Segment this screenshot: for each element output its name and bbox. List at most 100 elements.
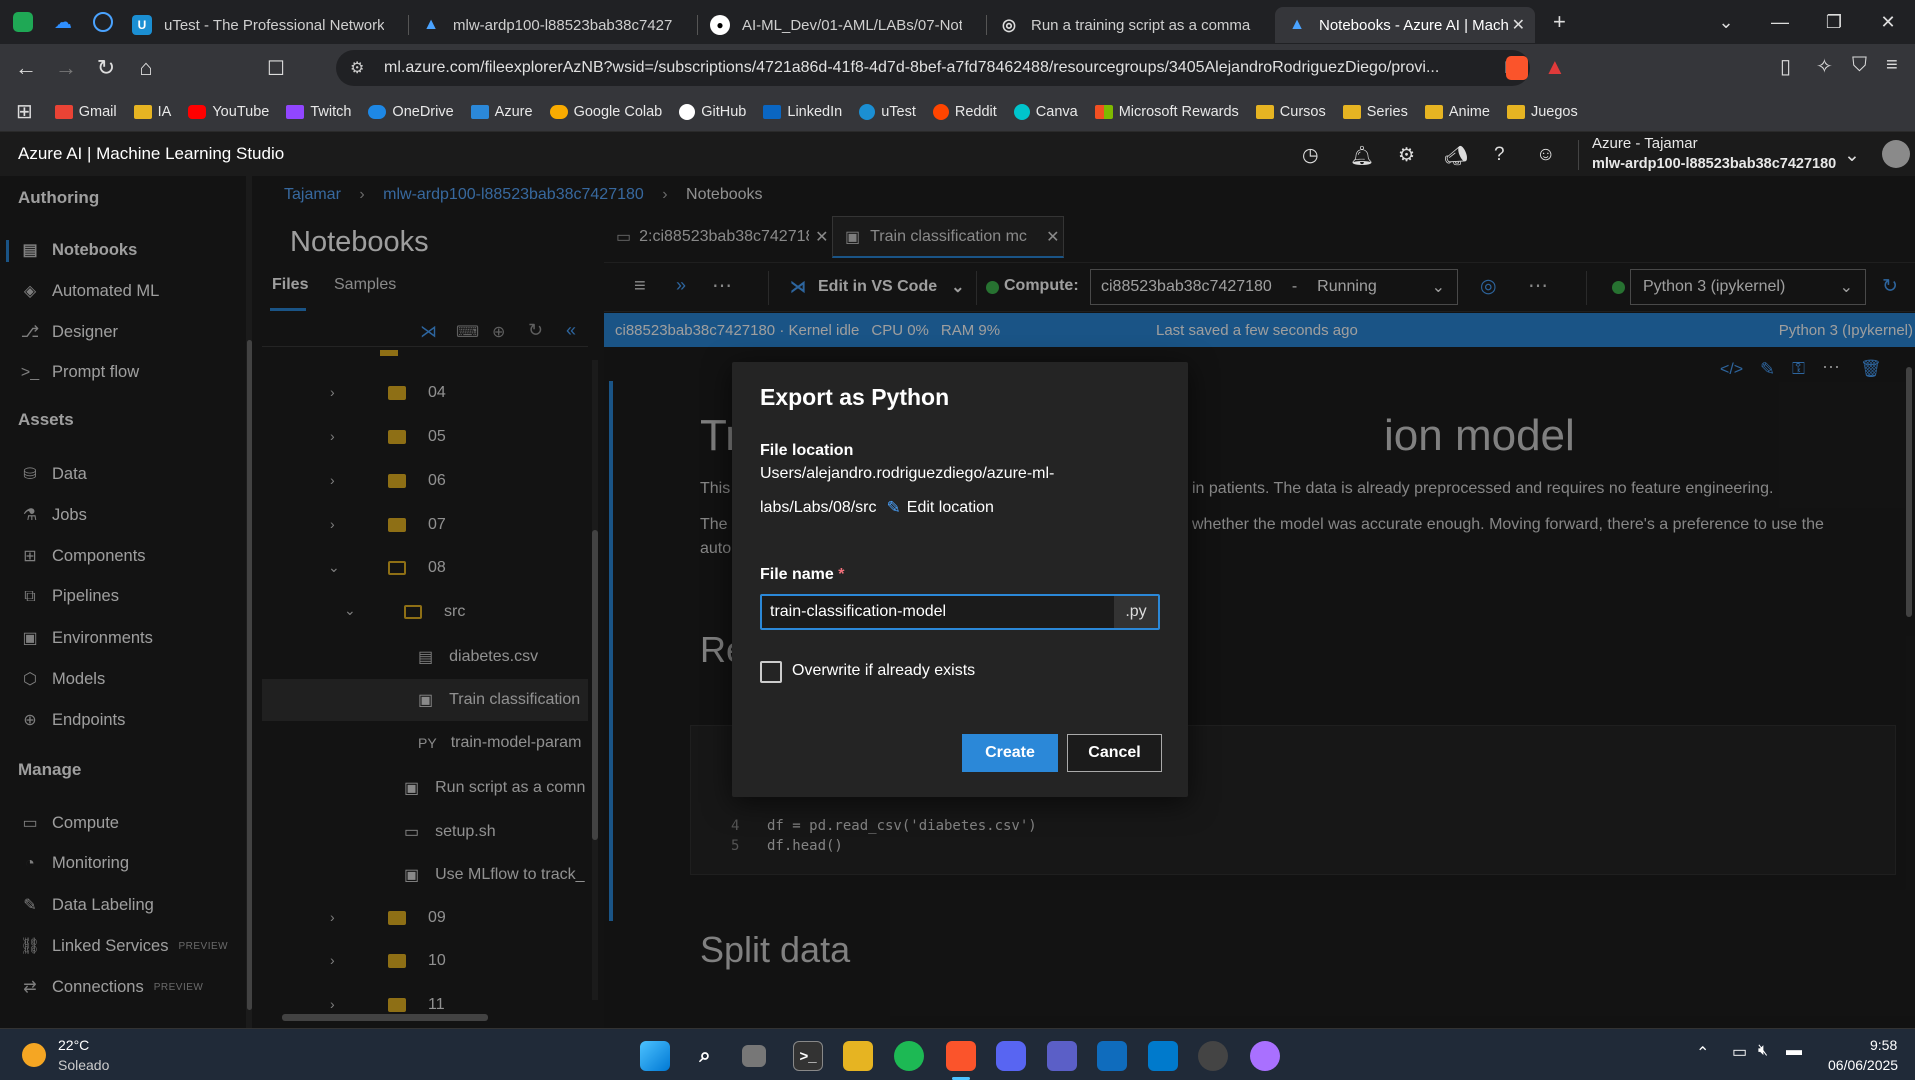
bookmark-onedrive[interactable]: OneDrive (368, 104, 454, 120)
bookmark-utest[interactable]: uTest (859, 103, 916, 120)
menu-icon[interactable]: ≡ (1886, 54, 1898, 77)
bookmark-ia[interactable]: IA (133, 103, 172, 120)
outlook-icon[interactable] (1097, 1041, 1127, 1071)
close-tab-icon[interactable]: ✕ (1512, 15, 1525, 35)
tab-title: uTest - The Professional Network for (164, 16, 384, 34)
bookmark-rewards[interactable]: Microsoft Rewards (1094, 104, 1239, 120)
browser-tab-notebooks[interactable]: ▲ Notebooks - Azure AI | Machine ✕ (1275, 7, 1535, 43)
close-window-icon[interactable]: ✕ (1861, 12, 1915, 33)
network-icon[interactable]: ▭ (1732, 1042, 1747, 1062)
bookmark-cursos[interactable]: Cursos (1255, 103, 1326, 120)
reload-icon[interactable]: ↻ (86, 48, 126, 88)
back-icon[interactable]: ← (6, 48, 46, 88)
teams-icon[interactable] (1047, 1041, 1077, 1071)
bookmark-label: IA (157, 103, 172, 120)
brave-rewards-icon[interactable]: ▲ (1544, 54, 1566, 80)
edit-pencil-icon[interactable]: ✎ (887, 496, 901, 520)
restore-icon[interactable]: ❐ (1807, 12, 1861, 33)
bookmark-series[interactable]: Series (1342, 104, 1408, 120)
divider (1578, 140, 1579, 170)
bookmark-icon[interactable]: ☐ (256, 48, 296, 88)
bookmark-juegos[interactable]: Juegos (1506, 104, 1578, 120)
spotify-icon[interactable] (894, 1041, 924, 1071)
start-windows-icon[interactable] (640, 1041, 670, 1071)
pinned-tab-2[interactable]: ☁ (46, 5, 80, 39)
help-icon[interactable]: ? (1494, 144, 1505, 166)
bookmark-youtube[interactable]: YouTube (188, 104, 269, 120)
notifications-icon[interactable]: 🔔︎ (1350, 144, 1374, 168)
vscode-app-icon[interactable] (1148, 1041, 1178, 1071)
battery-icon[interactable]: ▬ (1786, 1042, 1802, 1060)
bookmark-colab[interactable]: Google Colab (549, 104, 662, 120)
task-view-icon[interactable] (742, 1045, 766, 1067)
bookmark-twitch[interactable]: Twitch (286, 104, 351, 120)
url-field[interactable]: ⚙ ml.azure.com/fileexplorerAzNB?wsid=/su… (336, 50, 1530, 86)
browser-tab-github[interactable]: ● AI-ML_Dev/01-AML/LABs/07-Notebo (698, 7, 986, 43)
chevron-up-icon[interactable]: ⌃ (1696, 1043, 1709, 1063)
minimize-icon[interactable]: — (1753, 12, 1807, 33)
clock-time[interactable]: 9:58 (1870, 1037, 1897, 1053)
weather-condition[interactable]: Soleado (58, 1057, 109, 1073)
bookmark-azure[interactable]: Azure (470, 104, 533, 120)
pinned-tab-3[interactable] (86, 5, 120, 39)
folder-icon (1255, 104, 1274, 119)
tab-title: Notebooks - Azure AI | Machine (1319, 16, 1509, 34)
site-settings-icon[interactable]: ⚙ (350, 58, 364, 78)
new-tab-icon[interactable]: + (1553, 9, 1566, 35)
bookmark-anime[interactable]: Anime (1424, 104, 1490, 120)
bookmark-github[interactable]: GitHub (679, 103, 747, 120)
history-icon[interactable]: ◷ (1302, 144, 1319, 167)
bookmark-label: Cursos (1279, 103, 1326, 120)
pinned-tab-1[interactable] (6, 5, 40, 39)
create-button[interactable]: Create (962, 734, 1058, 772)
browser-tab-strip: ☁ UuTest - The Professional Network for … (0, 0, 1915, 44)
avatar[interactable] (1882, 140, 1910, 168)
overwrite-label[interactable]: Overwrite if already exists (792, 662, 975, 680)
feedback-smile-icon[interactable]: ☺ (1536, 144, 1555, 166)
forward-icon[interactable]: → (46, 48, 86, 88)
bookmark-canva[interactable]: Canva (1013, 103, 1078, 120)
file-extension-suffix: .py (1114, 596, 1158, 628)
home-icon[interactable]: ⌂ (126, 48, 166, 88)
vpn-icon[interactable]: ⛉ (1852, 54, 1867, 77)
obs-icon[interactable] (1198, 1041, 1228, 1071)
studio-title[interactable]: Azure AI | Machine Learning Studio (18, 144, 284, 164)
utest-icon: U (132, 15, 152, 35)
bookmark-linkedin[interactable]: LinkedIn (763, 104, 842, 120)
windows-taskbar: 22°C Soleado ⌕ >_ ⌃ ▭ 🔇︎ ▬ 9:58 06/06/20… (0, 1028, 1915, 1080)
linkedin-icon (763, 104, 782, 119)
file-explorer-icon[interactable] (843, 1041, 873, 1071)
browser-tab-workspace[interactable]: ▲ mlw-ardp100-l88523bab38c7427180 (409, 7, 697, 43)
announcement-icon[interactable]: 📣︎ (1444, 144, 1468, 168)
weather-sun-icon[interactable] (22, 1043, 46, 1067)
brave-browser-icon[interactable] (946, 1041, 976, 1071)
brave-shield-icon[interactable] (1506, 56, 1528, 80)
bookmark-reddit[interactable]: Reddit (932, 103, 997, 120)
file-name-input[interactable] (762, 596, 1114, 628)
apps-grid-icon[interactable]: ⊞ (16, 99, 33, 124)
bookmark-label: GitHub (701, 103, 747, 120)
edit-location-link[interactable]: Edit location (907, 496, 994, 520)
github-desktop-icon[interactable] (1250, 1041, 1280, 1071)
tab-search-icon[interactable]: ⌄ (1699, 12, 1753, 33)
azure-icon: ▲ (423, 16, 439, 33)
chevron-down-icon[interactable]: ⌄ (1844, 144, 1860, 167)
cancel-button[interactable]: Cancel (1067, 734, 1162, 772)
clock-date[interactable]: 06/06/2025 (1828, 1057, 1898, 1073)
window-controls: ⌄ — ❐ ✕ (1699, 0, 1915, 44)
sidebar-icon[interactable]: ▯ (1780, 54, 1791, 79)
browser-tab-training-script[interactable]: ◎ Run a training script as a command jo (987, 7, 1275, 43)
volume-muted-icon[interactable]: 🔇︎ (1758, 1042, 1768, 1060)
overwrite-checkbox[interactable] (760, 661, 782, 683)
workspace-selector[interactable]: Azure - Tajamar mlw-ardp100-l88523bab38c… (1592, 134, 1836, 174)
leo-ai-icon[interactable]: ✧ (1816, 54, 1833, 79)
search-icon[interactable]: ⌕ (690, 1041, 720, 1071)
account-name: Azure - Tajamar (1592, 135, 1698, 152)
settings-gear-icon[interactable]: ⚙ (1398, 144, 1415, 167)
terminal-app-icon[interactable]: >_ (793, 1041, 823, 1071)
browser-tab-utest[interactable]: UuTest - The Professional Network for (120, 7, 408, 43)
weather-temperature[interactable]: 22°C (58, 1037, 89, 1053)
bookmark-gmail[interactable]: Gmail (54, 104, 117, 120)
url-text: ml.azure.com/fileexplorerAzNB?wsid=/subs… (384, 59, 1440, 76)
discord-icon[interactable] (996, 1041, 1026, 1071)
